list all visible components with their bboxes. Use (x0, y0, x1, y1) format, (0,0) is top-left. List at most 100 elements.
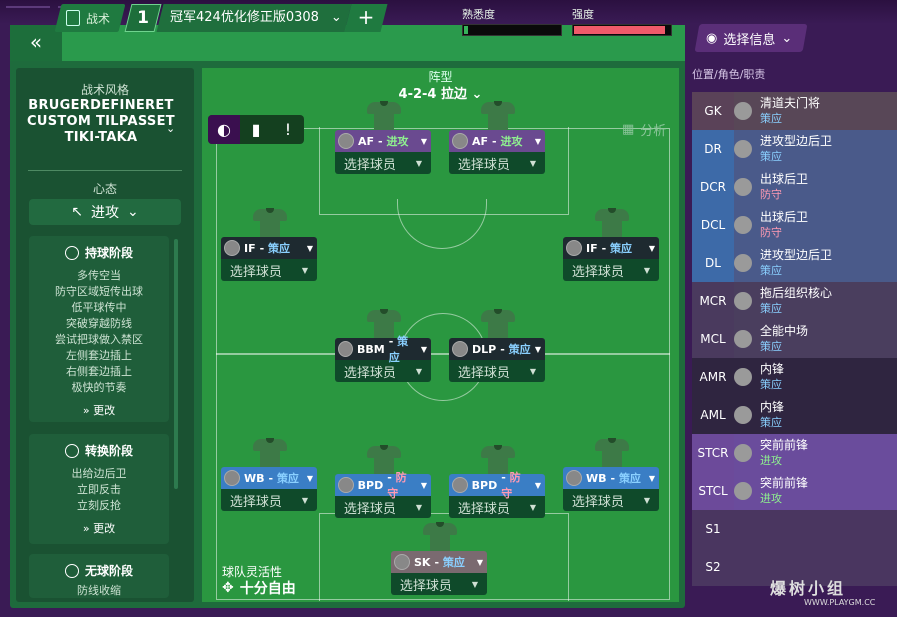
player-role-card[interactable]: AF - 进攻 ▼ 选择球员 ▼ (335, 130, 431, 174)
avatar (394, 554, 410, 570)
role-selector[interactable]: BBM - 策应 ▼ (335, 335, 431, 364)
role-selector[interactable]: IF - 策应 ▼ (563, 237, 659, 259)
player-role-card[interactable]: IF - 策应 ▼ 选择球员 ▼ (221, 237, 317, 281)
player-select[interactable]: 选择球员 ▼ (449, 152, 545, 174)
role-name: 突前前锋 (760, 476, 809, 490)
role-name: 清道夫门将 (760, 96, 821, 110)
role-selector[interactable]: SK - 策应 ▼ (391, 551, 487, 573)
player-shirt-icon (481, 306, 515, 340)
player-role-card[interactable]: AF - 进攻 ▼ 选择球员 ▼ (449, 130, 545, 174)
half-circle-icon[interactable]: ◐ (208, 115, 240, 144)
role-row[interactable]: GK 清道夫门将 策应 (692, 92, 897, 130)
change-button[interactable]: » 更改 (29, 402, 169, 418)
role-row[interactable]: DCL 出球后卫 防守 (692, 206, 897, 244)
analysis-button[interactable]: ▦ 分析 (622, 120, 666, 139)
chevron-down-icon: ▼ (476, 557, 483, 567)
phase-out-of-possession: 无球阶段 防线收缩 (29, 554, 169, 598)
tactic-name-select[interactable]: 冠军424优化修正版0308 ⌄ (170, 4, 350, 32)
position-code: DL (705, 256, 721, 270)
avatar (734, 368, 752, 386)
formation-select[interactable]: 4-2-4 拉边 ⌄ (202, 83, 679, 102)
role-row[interactable]: AMR 内锋 策应 (692, 358, 897, 396)
grid-icon: ▦ (622, 122, 635, 137)
role-row[interactable]: MCR 拖后组织核心 策应 (692, 282, 897, 320)
bar-chart-icon[interactable]: ▮ (240, 115, 272, 144)
avatar (734, 102, 752, 120)
player-shirt-icon (253, 205, 287, 239)
role-text: 出球后卫 防守 (760, 210, 808, 240)
add-tactic-button[interactable]: + (348, 4, 384, 32)
avatar (734, 140, 752, 158)
avatar (566, 240, 582, 256)
chevron-down-icon: ▼ (420, 480, 427, 490)
player-select-label: 选择球员 (229, 494, 282, 510)
penalty-arc-top (397, 199, 487, 249)
role-row[interactable]: STCR 突前前锋 进攻 (692, 434, 897, 472)
player-select-label: 选择球员 (343, 501, 396, 517)
position-code: AML (700, 408, 726, 422)
mentality-select[interactable]: ↖ 进攻 ⌄ (29, 199, 181, 225)
player-role-card[interactable]: WB - 策应 ▼ 选择球员 ▼ (563, 467, 659, 511)
role-duty: - 策应 (434, 556, 465, 569)
player-role-card[interactable]: BPD - 防守 ▼ 选择球员 ▼ (335, 471, 431, 518)
role-selector[interactable]: WB - 策应 ▼ (221, 467, 317, 489)
player-select[interactable]: 选择球员 ▼ (449, 360, 545, 382)
role-row[interactable]: DR 进攻型边后卫 策应 (692, 130, 897, 168)
player-role-card[interactable]: BPD - 防守 ▼ 选择球员 ▼ (449, 471, 545, 518)
role-selector[interactable]: WB - 策应 ▼ (563, 467, 659, 489)
role-selector[interactable]: DLP - 策应 ▼ (449, 338, 545, 360)
fluidity-value[interactable]: ✥ 十分自由 (222, 578, 296, 598)
role-row[interactable]: DL 进攻型边后卫 策应 (692, 244, 897, 282)
role-row[interactable]: AML 内锋 策应 (692, 396, 897, 434)
player-select[interactable]: 选择球员 ▼ (221, 489, 317, 511)
chevron-down-icon: ▼ (420, 136, 427, 146)
player-select[interactable]: 选择球员 ▼ (391, 573, 487, 595)
role-duty: 防守 (760, 226, 782, 239)
scrollbar[interactable] (174, 239, 178, 489)
intensity-label: 强度 (572, 8, 594, 21)
avatar (452, 477, 468, 493)
player-role-card[interactable]: SK - 策应 ▼ 选择球员 ▼ (391, 551, 487, 595)
player-select[interactable]: 选择球员 ▼ (335, 152, 431, 174)
style-name[interactable]: BRUGERDEFINERET CUSTOM TILPASSET TIKI-TA… (26, 98, 176, 146)
player-select[interactable]: 选择球员 ▼ (221, 259, 317, 281)
role-row[interactable]: DCR 出球后卫 防守 (692, 168, 897, 206)
role-selector[interactable]: BPD - 防守 ▼ (335, 471, 431, 500)
player-role-card[interactable]: IF - 策应 ▼ 选择球员 ▼ (563, 237, 659, 281)
role-pos: WB (586, 471, 607, 485)
familiarity-bar (462, 24, 562, 36)
role-name: 进攻型边后卫 (760, 134, 833, 148)
role-selector[interactable]: AF - 进攻 ▼ (335, 130, 431, 152)
player-role-card[interactable]: WB - 策应 ▼ 选择球员 ▼ (221, 467, 317, 511)
avatar (452, 133, 468, 149)
tactic-slot-number[interactable]: 1 (128, 4, 158, 32)
change-button[interactable]: » 更改 (29, 520, 169, 536)
chevron-down-icon[interactable]: ⌄ (166, 122, 175, 135)
role-row[interactable]: STCL 突前前锋 进攻 (692, 472, 897, 510)
position-code: STCR (697, 446, 729, 460)
position-code: S2 (705, 560, 721, 574)
role-duty: 策应 (760, 150, 782, 163)
role-selector[interactable]: IF - 策应 ▼ (221, 237, 317, 259)
player-select-label: 选择球员 (457, 501, 510, 517)
player-select[interactable]: 选择球员 ▼ (563, 489, 659, 511)
tab-tactics[interactable]: 战术 (66, 4, 126, 32)
role-name: 内锋 (760, 400, 785, 414)
player-role-card[interactable]: DLP - 策应 ▼ 选择球员 ▼ (449, 338, 545, 382)
player-select-label: 选择球员 (571, 494, 624, 510)
role-row[interactable]: MCL 全能中场 策应 (692, 320, 897, 358)
role-pos: IF (244, 241, 256, 255)
role-selector[interactable]: BPD - 防守 ▼ (449, 471, 545, 500)
player-role-card[interactable]: BBM - 策应 ▼ 选择球员 ▼ (335, 335, 431, 382)
chevron-down-icon: ▼ (301, 265, 309, 275)
role-text: 全能中场 策应 (760, 324, 808, 354)
role-selector[interactable]: AF - 进攻 ▼ (449, 130, 545, 152)
alert-icon[interactable]: ! (272, 115, 304, 144)
player-select-label: 选择球员 (457, 365, 510, 381)
role-duty: 策应 (760, 340, 782, 353)
role-row[interactable]: S1 (692, 510, 897, 548)
player-select[interactable]: 选择球员 ▼ (563, 259, 659, 281)
phase-transition: 转换阶段 出给边后卫 立即反击 立刻反抢 » 更改 (29, 434, 169, 544)
role-pos: BPD (357, 478, 384, 492)
info-select[interactable]: ◉ 选择信息 ⌄ (706, 24, 806, 52)
